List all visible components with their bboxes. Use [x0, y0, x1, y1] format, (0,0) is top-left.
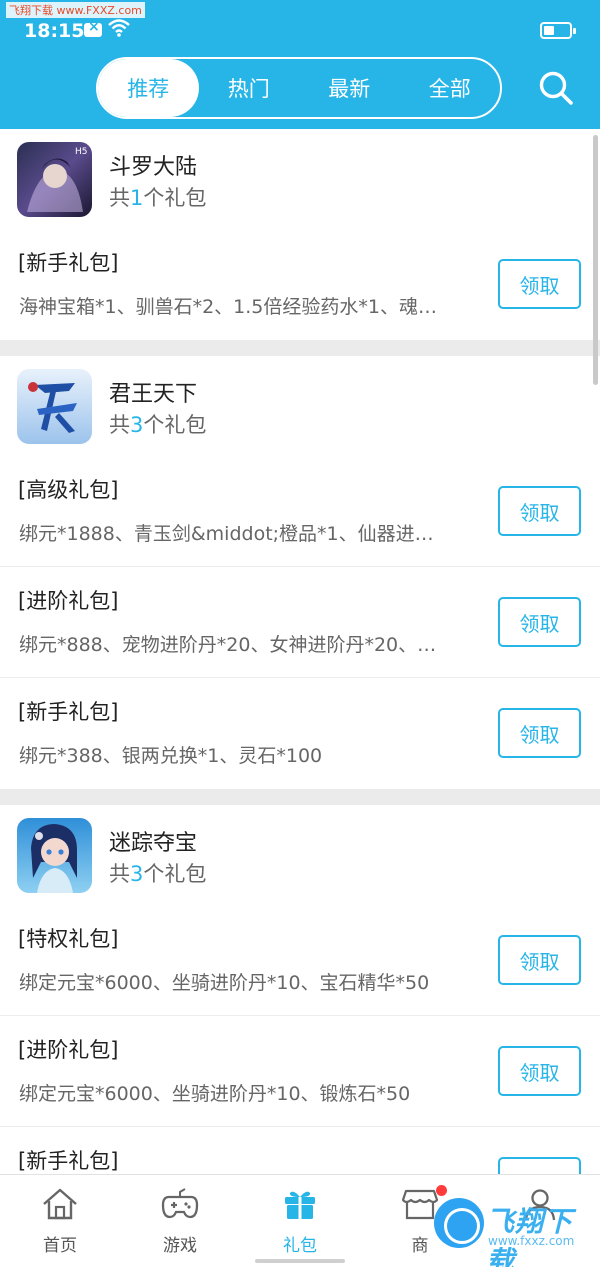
section-divider	[0, 340, 600, 356]
claim-button[interactable]: 领取	[498, 597, 581, 647]
gift-name: [新手礼包]	[18, 1149, 119, 1173]
watermark-logo	[434, 1198, 484, 1248]
gift-desc: 绑元*388、银两兑换*1、灵石*100	[19, 745, 323, 767]
gift-name: [新手礼包]	[18, 700, 119, 724]
claim-button[interactable]: 领取	[498, 935, 581, 985]
gift-icon	[285, 1191, 315, 1219]
claim-button[interactable]: 领取	[498, 1157, 581, 1174]
tab-newest[interactable]: 最新	[299, 59, 400, 117]
game-card: H5 斗罗大陆 共1个礼包 [新手礼包] 海神宝箱*1、驯兽石*2、1.5倍经验…	[0, 129, 600, 340]
nav-home[interactable]: 首页	[0, 1175, 120, 1267]
notification-icon	[84, 19, 102, 37]
battery-icon	[540, 22, 576, 39]
gift-name: [特权礼包]	[18, 927, 119, 951]
tab-all[interactable]: 全部	[400, 59, 501, 117]
section-divider	[0, 789, 600, 805]
nav-label: 首页	[43, 1236, 77, 1256]
gift-count: 共1个礼包	[109, 186, 207, 210]
gift-row[interactable]: [新手礼包] 海神宝箱*1、驯兽石*2、1.5倍经验药水*1、魂… 领取	[0, 229, 600, 340]
watermark-url: www.fxxz.com	[488, 1234, 575, 1248]
gift-row[interactable]: [高级礼包] 绑元*1888、青玉剑&middot;橙品*1、仙器进… 领取	[0, 456, 600, 567]
site-watermark: 飞翔下载 www.fxxz.com	[434, 1196, 594, 1267]
status-watermark: 飞翔下载 www.FXXZ.com	[6, 2, 145, 18]
gift-desc: 绑定元宝*6000、坐骑进阶丹*10、锻炼石*50	[19, 1083, 411, 1105]
game-name: 斗罗大陆	[109, 155, 198, 180]
nav-label: 商	[411, 1236, 429, 1256]
gift-desc: 绑元*1888、青玉剑&middot;橙品*1、仙器进…	[19, 523, 434, 545]
claim-button[interactable]: 领取	[498, 1046, 581, 1096]
game-card: 迷踪夺宝 共3个礼包 [特权礼包] 绑定元宝*6000、坐骑进阶丹*10、宝石精…	[0, 805, 600, 1174]
nav-gifts[interactable]: 礼包	[240, 1175, 360, 1267]
game-card: 君王天下 共3个礼包 [高级礼包] 绑元*1888、青玉剑&middot;橙品*…	[0, 356, 600, 789]
search-icon[interactable]	[538, 70, 574, 106]
home-indicator	[255, 1259, 345, 1263]
gift-list[interactable]: H5 斗罗大陆 共1个礼包 [新手礼包] 海神宝箱*1、驯兽石*2、1.5倍经验…	[0, 129, 600, 1174]
claim-button[interactable]: 领取	[498, 486, 581, 536]
top-bar: 推荐 热门 最新 全部	[0, 44, 600, 129]
game-icon-mizong	[17, 818, 92, 893]
gift-row[interactable]: [特权礼包] 绑定元宝*6000、坐骑进阶丹*10、宝石精华*50 领取	[0, 905, 600, 1016]
gift-name: [高级礼包]	[18, 478, 119, 502]
gift-name: [进阶礼包]	[18, 1038, 119, 1062]
gift-row[interactable]: [新手礼包] 领取	[0, 1127, 600, 1174]
game-name: 迷踪夺宝	[109, 831, 198, 856]
gift-row[interactable]: [进阶礼包] 绑元*888、宠物进阶丹*20、女神进阶丹*20、… 领取	[0, 567, 600, 678]
game-header[interactable]: 迷踪夺宝 共3个礼包	[0, 805, 600, 905]
game-icon-junwang	[17, 369, 92, 444]
tab-recommend[interactable]: 推荐	[98, 59, 199, 117]
gift-count: 共3个礼包	[109, 862, 207, 886]
tab-hot[interactable]: 热门	[199, 59, 300, 117]
nav-games[interactable]: 游戏	[120, 1175, 240, 1267]
claim-button[interactable]: 领取	[498, 708, 581, 758]
home-icon	[43, 1188, 77, 1220]
game-name: 君王天下	[109, 382, 198, 407]
game-header[interactable]: H5 斗罗大陆 共1个礼包	[0, 129, 600, 229]
gift-desc: 海神宝箱*1、驯兽石*2、1.5倍经验药水*1、魂…	[19, 296, 437, 318]
claim-button[interactable]: 领取	[498, 259, 581, 309]
svg-text:H5: H5	[75, 147, 88, 157]
gift-desc: 绑元*888、宠物进阶丹*20、女神进阶丹*20、…	[19, 634, 437, 656]
gamepad-icon	[161, 1188, 199, 1219]
wifi-icon	[108, 19, 130, 37]
gift-row[interactable]: [新手礼包] 绑元*388、银两兑换*1、灵石*100 领取	[0, 678, 600, 789]
tab-group: 推荐 热门 最新 全部	[96, 57, 502, 119]
gift-name: [新手礼包]	[18, 251, 119, 275]
status-bar: 飞翔下载 www.FXXZ.com 18:15	[0, 0, 600, 44]
status-time: 18:15	[24, 20, 85, 42]
game-header[interactable]: 君王天下 共3个礼包	[0, 356, 600, 456]
notification-badge	[436, 1185, 447, 1196]
gift-row[interactable]: [进阶礼包] 绑定元宝*6000、坐骑进阶丹*10、锻炼石*50 领取	[0, 1016, 600, 1127]
gift-desc: 绑定元宝*6000、坐骑进阶丹*10、宝石精华*50	[19, 972, 430, 994]
gift-name: [进阶礼包]	[18, 589, 119, 613]
game-icon-douluo: H5	[17, 142, 92, 217]
gift-count: 共3个礼包	[109, 413, 207, 437]
nav-label: 礼包	[283, 1236, 317, 1256]
nav-label: 游戏	[163, 1236, 197, 1256]
